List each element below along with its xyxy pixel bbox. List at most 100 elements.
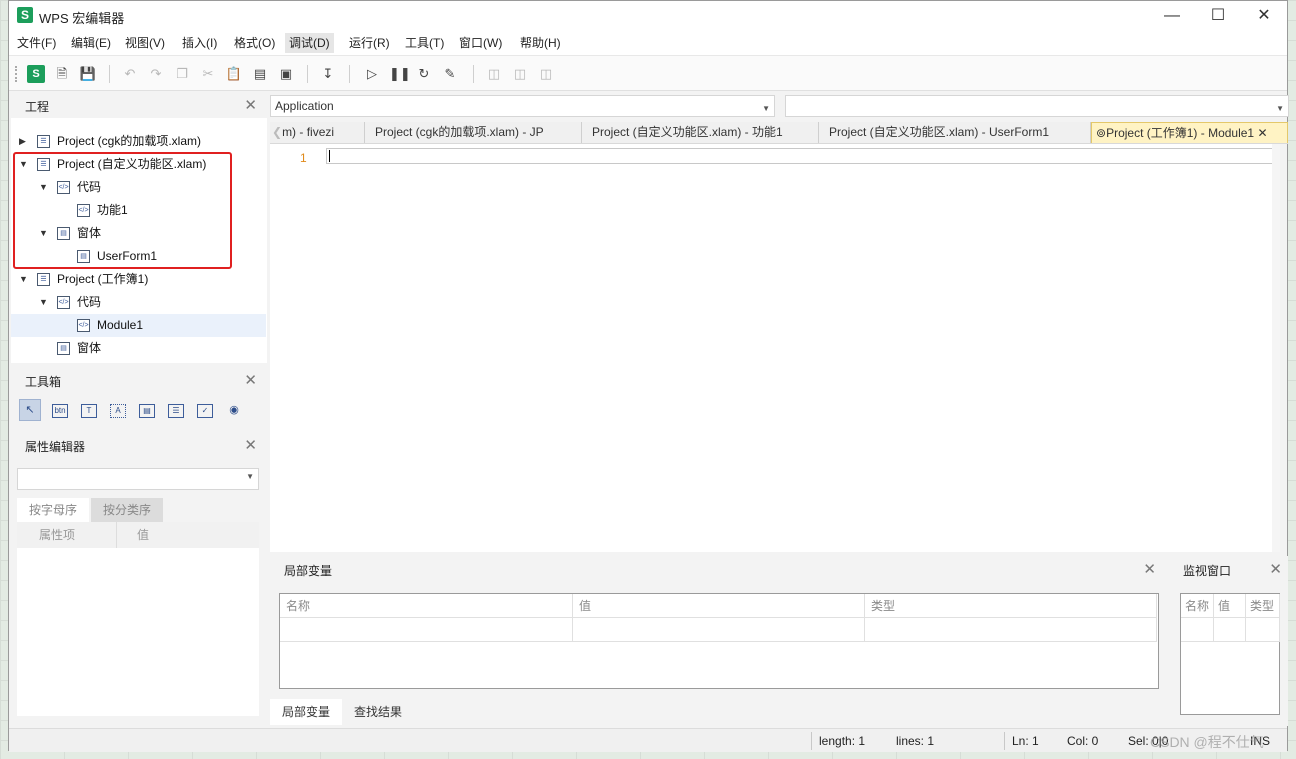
property-panel: 属性编辑器 ✕ ▼ 按字母序 按分类序 属性项 值 xyxy=(11,432,267,726)
close-icon[interactable]: ✕ xyxy=(244,96,257,114)
watch-cell xyxy=(1214,618,1246,642)
toolbar-separator xyxy=(109,65,110,83)
chevron-down-icon: ▼ xyxy=(762,104,770,113)
redo-icon[interactable]: ↷ xyxy=(147,65,165,83)
status-separator xyxy=(1004,732,1005,750)
line-number: 1 xyxy=(300,151,307,165)
tree-item-code-folder[interactable]: ▼ </> 代码 xyxy=(11,291,266,314)
minimize-button[interactable]: — xyxy=(1149,1,1195,31)
tree-item-label: Project (工作簿1) xyxy=(57,272,149,286)
close-icon[interactable]: ✕ xyxy=(1257,126,1267,140)
watch-cell xyxy=(1246,618,1280,642)
property-grid: 属性项 值 xyxy=(17,522,259,716)
tab-alphabetic[interactable]: 按字母序 xyxy=(17,498,89,522)
watch-panel-title: 监视窗口 xyxy=(1183,564,1232,578)
status-line-number: Ln: 1 xyxy=(1012,734,1039,748)
chevron-down-icon[interactable]: ▼ xyxy=(19,268,28,291)
close-icon[interactable]: ✕ xyxy=(1143,560,1156,578)
menu-insert[interactable]: 插入(I) xyxy=(178,33,221,53)
close-button[interactable]: ✕ xyxy=(1241,1,1287,31)
textbox-tool-icon[interactable]: A xyxy=(107,399,129,421)
save-icon[interactable]: 💾 xyxy=(79,65,97,83)
watch-grid: 名称 值 类型 xyxy=(1180,593,1280,715)
menu-run[interactable]: 运行(R) xyxy=(345,33,394,53)
watch-type-header: 类型 xyxy=(1246,594,1280,618)
tab-fivezi[interactable]: ❮m) - fivezi xyxy=(270,122,365,143)
pin-icon: ⊚ xyxy=(1096,126,1107,140)
frame-tool-icon[interactable]: ▤ xyxy=(136,399,158,421)
distribute-icon[interactable]: ◫ xyxy=(537,65,555,83)
bottom-tab-locals[interactable]: 局部变量 xyxy=(270,699,343,725)
toolbar-grip[interactable] xyxy=(15,66,17,82)
scroll-left-icon[interactable]: ❮ xyxy=(272,125,282,139)
chevron-right-icon[interactable]: ▶ xyxy=(19,130,26,153)
import-icon[interactable]: ↧ xyxy=(319,65,337,83)
pause-icon[interactable]: ❚❚ xyxy=(389,65,411,83)
chevron-down-icon[interactable]: ▼ xyxy=(39,291,48,314)
code-editor[interactable]: 1 xyxy=(270,144,1280,552)
new-module-icon[interactable]: 🗎 xyxy=(53,65,71,83)
maximize-button[interactable]: ☐ xyxy=(1195,1,1241,31)
menu-edit[interactable]: 编辑(E) xyxy=(67,33,115,53)
chevron-down-icon: ▼ xyxy=(246,472,254,481)
bottom-tab-find-results[interactable]: 查找结果 xyxy=(342,699,414,725)
checkbox-tool-icon[interactable]: ✓ xyxy=(194,399,216,421)
comment-block-icon[interactable]: ▤ xyxy=(251,65,269,83)
design-mode-icon[interactable]: ✎ xyxy=(441,65,459,83)
tab-categorized[interactable]: 按分类序 xyxy=(91,498,163,522)
listbox-tool-icon[interactable]: ☰ xyxy=(165,399,187,421)
property-value-header: 值 xyxy=(117,522,259,548)
align-left-icon[interactable]: ◫ xyxy=(485,65,503,83)
locals-type-header: 类型 xyxy=(865,594,1157,618)
toolbox-panel-title: 工具箱 xyxy=(25,375,62,389)
procedure-combo[interactable]: ▼ xyxy=(785,95,1289,117)
close-icon[interactable]: ✕ xyxy=(244,371,257,389)
object-combo[interactable]: Application ▼ xyxy=(270,95,775,117)
menu-format[interactable]: 格式(O) xyxy=(230,33,279,53)
menu-view[interactable]: 视图(V) xyxy=(121,33,169,53)
menu-tools[interactable]: 工具(T) xyxy=(401,33,448,53)
tree-item-forms-folder[interactable]: ▤ 窗体 xyxy=(11,337,266,360)
pointer-tool-icon[interactable]: ↖ xyxy=(19,399,41,421)
watch-cell xyxy=(1181,618,1214,642)
object-select[interactable]: ▼ xyxy=(17,468,259,490)
toolbar-separator xyxy=(349,65,350,83)
reset-icon[interactable]: ↻ xyxy=(415,65,433,83)
menu-file[interactable]: 文件(F) xyxy=(13,33,60,53)
status-lines: lines: 1 xyxy=(896,734,935,748)
status-bar: length: 1 lines: 1 Ln: 1 Col: 0 Sel: 0|0… xyxy=(9,728,1287,752)
close-icon[interactable]: ✕ xyxy=(244,436,257,454)
uncomment-block-icon[interactable]: ▣ xyxy=(277,65,295,83)
run-icon[interactable]: ▷ xyxy=(363,65,381,83)
command-button-tool-icon[interactable]: btn xyxy=(49,399,71,421)
tree-item-module1[interactable]: </> Module1 xyxy=(11,314,266,337)
red-annotation-box xyxy=(13,152,232,269)
tree-item-project-cgk[interactable]: ▶ ☰ Project (cgk的加载项.xlam) xyxy=(11,130,266,153)
menu-debug[interactable]: 调试(D) xyxy=(285,33,334,53)
close-icon[interactable]: ✕ xyxy=(1269,560,1282,578)
locals-panel-title: 局部变量 xyxy=(284,564,333,578)
cut-icon[interactable]: ✂ xyxy=(199,65,217,83)
label-tool-icon[interactable]: T xyxy=(78,399,100,421)
title-bar: S WPS 宏编辑器 — ☐ ✕ xyxy=(9,1,1287,31)
locals-grid: 名称 值 类型 xyxy=(279,593,1159,689)
tab-custom-func1[interactable]: Project (自定义功能区.xlam) - 功能1 xyxy=(582,122,819,143)
undo-icon[interactable]: ↶ xyxy=(121,65,139,83)
current-line[interactable] xyxy=(326,148,1280,164)
vertical-scrollbar[interactable] xyxy=(1272,144,1280,552)
copy-icon[interactable]: ❐ xyxy=(173,65,191,83)
tree-item-project-workbook1[interactable]: ▼ ☰ Project (工作簿1) xyxy=(11,268,266,291)
menu-help[interactable]: 帮助(H) xyxy=(516,33,565,53)
align-center-icon[interactable]: ◫ xyxy=(511,65,529,83)
watch-name-header: 名称 xyxy=(1181,594,1214,618)
tab-workbook1-module1[interactable]: ⊚Project (工作簿1) - Module1 ✕ xyxy=(1091,122,1288,143)
wps-sheet-icon[interactable]: S xyxy=(27,65,45,83)
paste-icon[interactable]: 📋 xyxy=(225,65,243,83)
option-button-tool-icon[interactable]: ◉ xyxy=(223,399,245,421)
tab-custom-userform1[interactable]: Project (自定义功能区.xlam) - UserForm1 xyxy=(819,122,1091,143)
tab-cgk-jp[interactable]: Project (cgk的加载项.xlam) - JP xyxy=(365,122,582,143)
code-folder-icon: </> xyxy=(57,296,70,309)
project-icon: ☰ xyxy=(37,135,50,148)
locals-value-header: 值 xyxy=(573,594,865,618)
menu-window[interactable]: 窗口(W) xyxy=(455,33,506,53)
